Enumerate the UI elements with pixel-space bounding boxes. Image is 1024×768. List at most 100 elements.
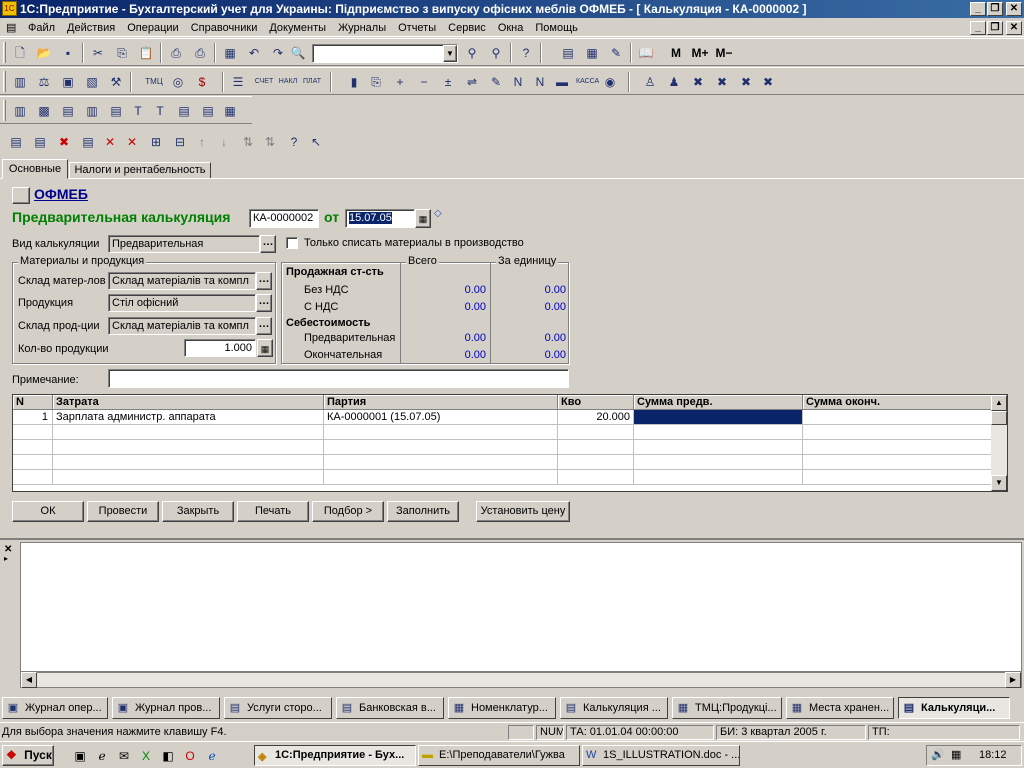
- tab-taxes[interactable]: Налоги и рентабельность: [69, 162, 211, 179]
- memory-button[interactable]: M: [666, 43, 686, 63]
- subtract-icon[interactable]: −: [414, 72, 434, 92]
- doc-restore-button[interactable]: ❐: [987, 21, 1003, 35]
- redo-icon[interactable]: ↷: [268, 43, 288, 63]
- select-button[interactable]: Подбор >: [312, 501, 384, 522]
- fill-button[interactable]: Заполнить: [387, 501, 459, 522]
- find-icon[interactable]: 🔍: [288, 43, 308, 63]
- properties-icon[interactable]: ▦: [220, 43, 240, 63]
- volume-icon[interactable]: 🔊: [931, 748, 945, 761]
- nav-arrows-icon[interactable]: ◇: [434, 208, 442, 219]
- find-next-icon[interactable]: ⚲: [462, 43, 482, 63]
- print-button[interactable]: Печать: [237, 501, 309, 522]
- menu-reports[interactable]: Отчеты: [392, 19, 442, 34]
- close-button[interactable]: ✕: [1006, 2, 1022, 16]
- excel-icon[interactable]: X: [138, 748, 154, 764]
- doc-number-field[interactable]: КА-0000002: [249, 209, 319, 228]
- doc-close-button[interactable]: ✕: [1006, 21, 1022, 35]
- table-cell-sum-final[interactable]: [803, 410, 993, 425]
- sort-asc-icon[interactable]: N: [530, 72, 550, 92]
- calc-type-field[interactable]: Предварительная: [108, 235, 260, 253]
- task-nomenclature[interactable]: ▦ Номенклатур...: [448, 697, 556, 719]
- task-calc-active[interactable]: ▤ Калькуляци...: [898, 697, 1010, 719]
- search-combo[interactable]: [312, 44, 458, 63]
- col-sum-final[interactable]: Сумма оконч.: [803, 395, 993, 410]
- org-link[interactable]: ОФМЕБ: [34, 186, 88, 202]
- menu-windows[interactable]: Окна: [492, 19, 530, 34]
- operations-icon[interactable]: ▧: [82, 72, 102, 92]
- report2-icon[interactable]: ▩: [34, 101, 54, 121]
- close-form-button[interactable]: Закрыть: [162, 501, 234, 522]
- taskbar-1c[interactable]: ◈ 1С:Предприятие - Бух...: [254, 745, 416, 766]
- worker-icon[interactable]: ♙: [640, 72, 660, 92]
- note-field[interactable]: [108, 369, 569, 388]
- memory-plus-button[interactable]: M+: [688, 43, 712, 63]
- sum-icon[interactable]: ±: [438, 72, 458, 92]
- form-help-icon[interactable]: ?: [284, 132, 304, 152]
- tool2-icon[interactable]: ✖: [712, 72, 732, 92]
- currency-icon[interactable]: $: [192, 72, 212, 92]
- print-preview-icon[interactable]: ⎙: [190, 43, 210, 63]
- calculator-icon[interactable]: ▤: [558, 43, 578, 63]
- task-calc[interactable]: ▤ Калькуляция ...: [560, 697, 668, 719]
- find-prev-icon[interactable]: ⚲: [486, 43, 506, 63]
- row-delete-icon[interactable]: ✖: [54, 132, 74, 152]
- doc-menu-icon[interactable]: ▤: [0, 18, 22, 34]
- chart-accounts-icon[interactable]: ▥: [10, 72, 30, 92]
- restore-button[interactable]: ❐: [987, 2, 1003, 16]
- doc-date-field[interactable]: 15.07.05: [345, 209, 415, 228]
- ok-button[interactable]: ОК: [12, 501, 84, 522]
- workers-icon[interactable]: ♟: [664, 72, 684, 92]
- warehouse-prod-select-button[interactable]: …: [256, 317, 272, 335]
- folder-icon[interactable]: ▮: [344, 72, 364, 92]
- org-select-button[interactable]: [12, 187, 30, 204]
- payment-icon[interactable]: ПЛАТ: [302, 72, 322, 92]
- report6-icon[interactable]: T: [128, 101, 148, 121]
- copy-doc-icon[interactable]: ⎘: [366, 72, 386, 92]
- whats-this-icon[interactable]: ↖: [306, 132, 326, 152]
- open-icon[interactable]: 📂: [34, 43, 54, 63]
- task-services[interactable]: ▤ Услуги сторо...: [224, 697, 332, 719]
- row-insert-icon[interactable]: ⊞: [146, 132, 166, 152]
- col-batch[interactable]: Партия: [324, 395, 558, 410]
- tips-icon[interactable]: ✎: [606, 43, 626, 63]
- table-cell-sum-prelim[interactable]: [634, 410, 803, 425]
- table-cell-n[interactable]: 1: [13, 410, 53, 425]
- outlook-icon[interactable]: ✉: [116, 748, 132, 764]
- tool4-icon[interactable]: ✖: [758, 72, 778, 92]
- minimize-button[interactable]: _: [970, 2, 986, 16]
- sort-desc-icon[interactable]: N: [508, 72, 528, 92]
- table-cell-qty[interactable]: 20.000: [558, 410, 634, 425]
- qty-field[interactable]: 1.000: [184, 339, 256, 357]
- calendar-button[interactable]: ▦: [415, 209, 431, 228]
- task-ops-journal[interactable]: ▣ Журнал опер...: [2, 697, 108, 719]
- paste-icon[interactable]: 📋: [136, 43, 156, 63]
- report5-icon[interactable]: ▤: [106, 101, 126, 121]
- report8-icon[interactable]: ▤: [174, 101, 194, 121]
- new-icon[interactable]: 🗋: [10, 43, 30, 63]
- task-tmc[interactable]: ▦ ТМЦ:Продукці...: [672, 697, 782, 719]
- row-split-icon[interactable]: ⊟: [170, 132, 190, 152]
- mark-icon[interactable]: ▬: [552, 72, 572, 92]
- report1-icon[interactable]: ▥: [10, 101, 30, 121]
- product-field[interactable]: Стіл офісний: [108, 294, 256, 312]
- col-sum-prelim[interactable]: Сумма предв.: [634, 395, 803, 410]
- journal-icon[interactable]: ▣: [58, 72, 78, 92]
- scroll-thumb[interactable]: [991, 411, 1007, 425]
- opera-icon[interactable]: O: [182, 748, 198, 764]
- desktop-icon[interactable]: ▣: [72, 748, 88, 764]
- task-storage[interactable]: ▦ Места хранен...: [786, 697, 894, 719]
- table-cell-batch[interactable]: КА-0000001 (15.07.05): [324, 410, 558, 425]
- table-cell-cost[interactable]: Зарплата администр. аппарата: [53, 410, 324, 425]
- post-button[interactable]: Провести: [87, 501, 159, 522]
- move-down-icon[interactable]: ↓: [214, 132, 234, 152]
- menu-help[interactable]: Помощь: [529, 19, 584, 34]
- cut-icon[interactable]: ✂: [88, 43, 108, 63]
- warehouse-mat-select-button[interactable]: …: [256, 272, 272, 290]
- sort2-icon[interactable]: ⇅: [260, 132, 280, 152]
- print-icon[interactable]: ⎙: [166, 43, 186, 63]
- copy-icon[interactable]: ⎘: [112, 43, 132, 63]
- search-combo-dropdown[interactable]: ▼: [443, 45, 457, 62]
- add-icon[interactable]: +: [390, 72, 410, 92]
- balance-icon[interactable]: ⚖: [34, 72, 54, 92]
- invoice-icon[interactable]: СЧЕТ: [254, 72, 274, 92]
